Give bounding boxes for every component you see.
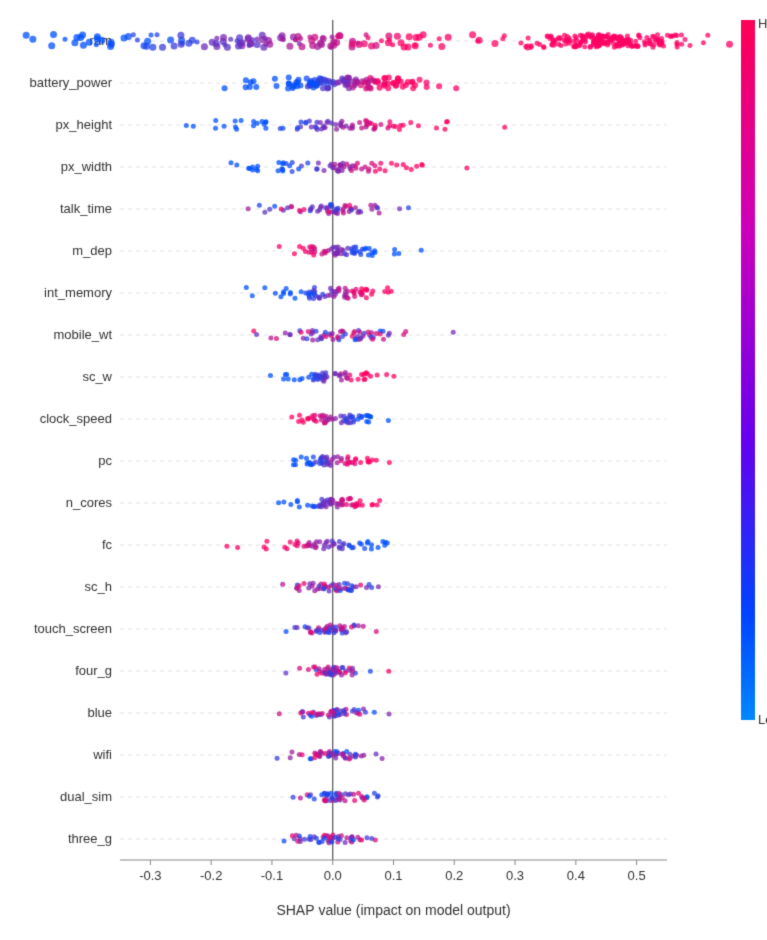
chart-container: High Low Feature value [0,0,767,940]
